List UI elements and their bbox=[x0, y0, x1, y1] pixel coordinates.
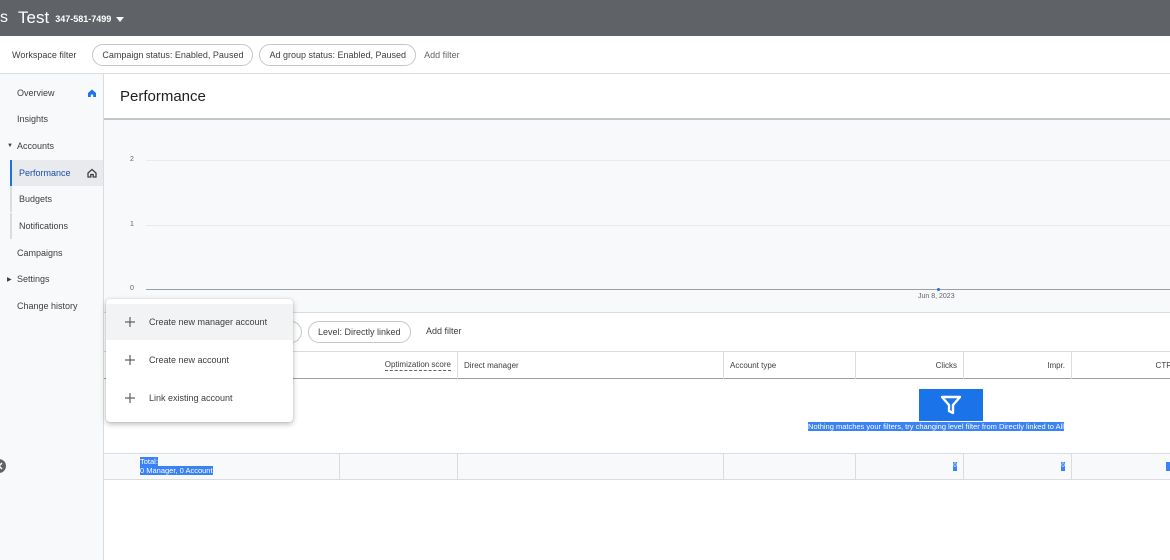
cell-divider bbox=[963, 454, 964, 480]
sidebar-item-label: Settings bbox=[17, 274, 50, 284]
total-ctr-value bbox=[1166, 462, 1170, 471]
column-header-ctr[interactable]: CTR bbox=[1072, 352, 1170, 379]
home-icon bbox=[87, 168, 97, 178]
sidebar-item-label: Campaigns bbox=[17, 248, 63, 258]
gridline bbox=[146, 160, 1170, 161]
top-bar: s Test 347-581-7499 bbox=[0, 0, 1170, 36]
menu-item-create-manager-account[interactable]: Create new manager account bbox=[106, 304, 293, 340]
column-header-label: Optimization score bbox=[384, 360, 451, 371]
cell-divider bbox=[1071, 454, 1072, 480]
level-filter-chip[interactable]: Level: Directly linked bbox=[308, 321, 411, 343]
total-label: Total: 0 Manager, 0 Account bbox=[140, 457, 213, 475]
menu-item-label: Create new manager account bbox=[149, 317, 268, 327]
cell-divider bbox=[723, 454, 724, 480]
account-name[interactable]: Test bbox=[18, 8, 49, 28]
chevron-down-icon: ▼ bbox=[7, 143, 13, 149]
funnel-icon bbox=[940, 395, 962, 415]
menu-item-label: Link existing account bbox=[149, 393, 233, 403]
sidebar-item-performance[interactable]: Performance bbox=[10, 160, 103, 186]
column-header-direct-manager[interactable]: Direct manager bbox=[458, 352, 724, 379]
workspace-add-filter-button[interactable]: Add filter bbox=[424, 50, 460, 60]
campaign-status-chip[interactable]: Campaign status: Enabled, Paused bbox=[92, 43, 254, 66]
sidebar-item-change-history[interactable]: Change history bbox=[0, 293, 103, 319]
column-header-account-type[interactable]: Account type bbox=[724, 352, 856, 379]
data-point[interactable] bbox=[937, 287, 940, 291]
total-summary: 0 Manager, 0 Account bbox=[140, 466, 213, 475]
table-total-row: Total: 0 Manager, 0 Account 0 0 bbox=[104, 453, 1170, 480]
y-tick-label: 1 bbox=[130, 221, 134, 228]
plus-icon bbox=[125, 355, 135, 365]
y-tick-label: 2 bbox=[130, 156, 134, 163]
home-icon bbox=[88, 89, 96, 97]
sidebar: Overview Insights ▼ Accounts Performance… bbox=[0, 74, 104, 560]
cell-divider bbox=[855, 454, 856, 480]
column-header-impr[interactable]: Impr. bbox=[964, 352, 1072, 379]
ad-group-status-chip[interactable]: Ad group status: Enabled, Paused bbox=[259, 43, 417, 66]
sidebar-item-overview[interactable]: Overview bbox=[0, 80, 103, 106]
account-dropdown-icon[interactable] bbox=[116, 16, 125, 22]
sidebar-item-budgets[interactable]: Budgets bbox=[10, 186, 103, 212]
total-clicks-value: 0 bbox=[953, 462, 957, 471]
app-name: s bbox=[0, 9, 8, 26]
performance-chart: 2 1 0 Jun 8, 2023 bbox=[104, 120, 1170, 312]
sidebar-item-label: Notifications bbox=[19, 221, 69, 231]
menu-item-link-existing-account[interactable]: Link existing account bbox=[106, 380, 293, 416]
sidebar-item-label: Overview bbox=[17, 88, 55, 98]
sidebar-item-label: Accounts bbox=[17, 141, 55, 151]
cell-divider bbox=[457, 454, 458, 480]
sidebar-item-label: Budgets bbox=[19, 194, 53, 204]
total-impr-value: 0 bbox=[1061, 462, 1065, 471]
column-header-optimization-score[interactable]: Optimization score bbox=[340, 352, 458, 379]
account-id[interactable]: 347-581-7499 bbox=[55, 14, 111, 24]
y-tick-label: 0 bbox=[130, 285, 134, 292]
workspace-filter-label: Workspace filter bbox=[12, 49, 77, 60]
sidebar-item-notifications[interactable]: Notifications bbox=[10, 213, 103, 239]
cell-divider bbox=[339, 454, 340, 480]
sidebar-item-accounts[interactable]: ▼ Accounts bbox=[0, 133, 103, 159]
sidebar-item-label: Performance bbox=[19, 168, 71, 178]
sidebar-item-insights[interactable]: Insights bbox=[0, 106, 103, 132]
x-axis bbox=[146, 289, 1170, 290]
sidebar-item-campaigns[interactable]: Campaigns bbox=[0, 240, 103, 266]
empty-state-message: Nothing matches your filters, try changi… bbox=[802, 422, 1070, 431]
x-tick-label: Jun 8, 2023 bbox=[918, 293, 955, 300]
plus-icon bbox=[125, 393, 135, 403]
empty-state-text: Nothing matches your filters, try changi… bbox=[808, 422, 1064, 431]
menu-item-create-account[interactable]: Create new account bbox=[106, 342, 293, 378]
menu-item-label: Create new account bbox=[149, 355, 230, 365]
sidebar-item-settings[interactable]: ▶ Settings bbox=[0, 266, 103, 292]
x-icon bbox=[0, 462, 3, 470]
gridline bbox=[146, 225, 1170, 226]
sidebar-item-label: Insights bbox=[17, 114, 49, 124]
column-header-clicks[interactable]: Clicks bbox=[856, 352, 964, 379]
sidebar-item-label: Change history bbox=[17, 301, 78, 311]
table-add-filter-button[interactable]: Add filter bbox=[426, 326, 462, 336]
plus-icon bbox=[125, 317, 135, 327]
page-title: Performance bbox=[120, 88, 206, 105]
create-account-menu: Create new manager account Create new ac… bbox=[106, 299, 293, 422]
filter-icon bbox=[919, 389, 983, 421]
total-title: Total: bbox=[140, 457, 158, 466]
chevron-right-icon: ▶ bbox=[7, 276, 12, 283]
workspace-filter-bar: Workspace filter Campaign status: Enable… bbox=[0, 36, 1170, 74]
